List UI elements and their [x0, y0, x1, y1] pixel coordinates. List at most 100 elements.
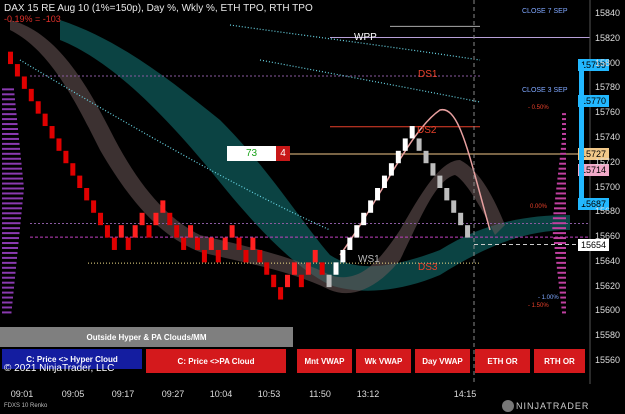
rth-tpo-bar	[556, 187, 566, 190]
rth-tpo-bar	[553, 237, 566, 240]
eth-tpo-bar	[2, 162, 22, 165]
y-tick: 15620	[595, 280, 621, 291]
rth-tpo-bar	[560, 152, 566, 155]
eth-tpo-bar	[2, 128, 18, 131]
pct-neg-150: - 1.50%	[528, 303, 549, 309]
eth-tpo-bar	[2, 306, 12, 309]
x-tick: 09:17	[111, 389, 135, 399]
brick-down	[430, 163, 436, 176]
wk-vwap-button[interactable]: Wk VWAP	[356, 349, 411, 373]
rth-tpo-bar	[562, 132, 566, 135]
rth-tpo-bar	[562, 113, 566, 116]
rth-tpo-bar	[553, 212, 566, 215]
rth-tpo-bar	[556, 266, 566, 269]
y-tick: 15720	[595, 156, 621, 167]
price-pa-cloud-button[interactable]: C: Price <>PA Cloud	[146, 349, 286, 373]
x-tick: 09:05	[61, 389, 85, 399]
eth-tpo-bar	[2, 202, 23, 205]
rth-tpo-bar	[555, 251, 566, 254]
x-tick: 10:04	[209, 389, 233, 399]
eth-tpo-bar	[2, 296, 13, 299]
brick-down	[8, 51, 13, 65]
counter-bull: 73	[227, 146, 276, 161]
eth-tpo-bar	[2, 132, 19, 135]
brick-down	[298, 274, 304, 288]
brick-up	[208, 237, 214, 250]
pct-neg-100: - 1.00%	[538, 295, 559, 301]
brick-down	[444, 188, 450, 201]
brick-up	[375, 188, 381, 201]
brick-down	[458, 212, 464, 226]
eth-tpo-bar	[2, 152, 21, 155]
eth-tpo-bar	[2, 232, 20, 235]
brick-down	[21, 76, 27, 89]
brick-down	[42, 113, 48, 127]
rth-tpo-bar	[554, 246, 566, 249]
brick-up	[291, 262, 297, 275]
brick-down	[423, 150, 429, 164]
brick-up	[361, 212, 367, 226]
brick-down	[451, 200, 457, 213]
brick-down	[91, 200, 97, 213]
rth-tpo-bar	[552, 222, 566, 225]
eth-tpo-bar	[2, 123, 18, 126]
brick-down	[465, 225, 471, 238]
y-tick: 15660	[595, 231, 621, 242]
cloud-status-bar: Outside Hyper & PA Clouds/MM	[0, 327, 293, 347]
eth-tpo-bar	[2, 251, 18, 254]
eth-tpo-bar	[2, 242, 19, 245]
eth-tpo-bar	[2, 147, 20, 150]
rth-tpo-bar	[558, 167, 566, 170]
eth-or-button[interactable]: ETH OR	[475, 349, 530, 373]
brick-up	[118, 225, 124, 238]
eth-tpo-bar	[2, 207, 22, 210]
brick-up	[132, 225, 138, 238]
eth-tpo-bar	[2, 103, 16, 106]
y-tick: 15760	[595, 107, 621, 118]
x-tick: 13:12	[356, 389, 380, 399]
y-tick: 15700	[595, 181, 621, 192]
brick-up	[153, 212, 159, 226]
eth-tpo-bar	[2, 212, 22, 215]
brick-down	[35, 101, 41, 114]
y-tick: 15580	[595, 330, 621, 341]
brick-down	[49, 126, 55, 139]
chart-title: DAX 15 RE Aug 10 (1%=150p), Day %, Wkly …	[4, 3, 313, 14]
rth-tpo-bar	[558, 281, 566, 284]
rth-tpo-bar	[559, 162, 566, 165]
brick-down	[264, 262, 270, 275]
brick-down	[326, 274, 332, 288]
brick-down	[104, 225, 110, 238]
wpp-label: WPP	[354, 32, 377, 43]
brick-up	[388, 163, 394, 176]
brick-down	[77, 175, 83, 188]
brick-down	[278, 287, 284, 300]
rth-tpo-bar	[555, 256, 566, 259]
x-tick: 09:27	[161, 389, 185, 399]
rth-tpo-bar	[559, 286, 566, 289]
eth-tpo-bar	[2, 286, 14, 289]
rth-tpo-bar	[552, 232, 566, 235]
eth-tpo-bar	[2, 271, 16, 274]
brick-down	[437, 175, 443, 188]
rth-tpo-bar	[554, 202, 566, 205]
brick-down	[243, 249, 249, 263]
rth-or-button[interactable]: RTH OR	[534, 349, 585, 373]
brick-down	[181, 237, 187, 250]
day-vwap-button[interactable]: Day VWAP	[415, 349, 470, 373]
rth-tpo-bar	[561, 306, 566, 309]
brick-down	[201, 249, 207, 263]
pct-zero: 0.00%	[530, 204, 548, 210]
rth-tpo-bar	[555, 192, 566, 195]
eth-tpo-bar	[2, 197, 23, 200]
eth-tpo-bar	[2, 142, 20, 145]
ds2-label: DS2	[417, 125, 437, 136]
mnt-vwap-button[interactable]: Mnt VWAP	[297, 349, 352, 373]
rth-tpo-bar	[560, 301, 566, 304]
pct-neg-050: - 0.50%	[528, 105, 549, 111]
brick-down	[84, 188, 90, 201]
y-tick: 15560	[595, 355, 621, 365]
y-tick: 15780	[595, 82, 621, 93]
brick-up	[250, 237, 256, 250]
brick-down	[319, 262, 325, 275]
